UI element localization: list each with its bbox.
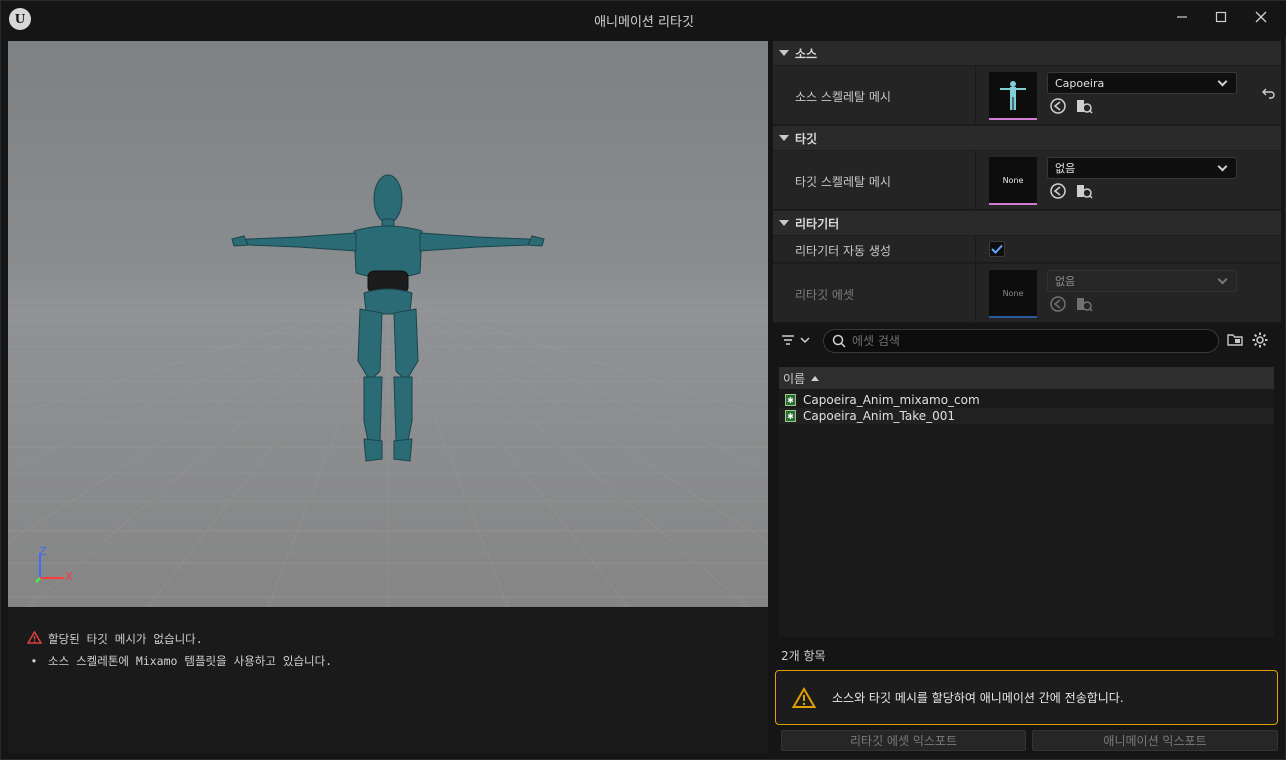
- viewport-scene: [8, 174, 768, 607]
- column-header-name[interactable]: 이름: [779, 367, 1274, 389]
- use-selected-icon: [1049, 295, 1067, 317]
- chevron-down-icon: [1217, 161, 1228, 172]
- axis-x-label: X: [65, 570, 73, 583]
- sort-ascending-icon: [811, 375, 820, 381]
- section-retargeter-header[interactable]: 리타기터: [773, 211, 1281, 235]
- info-notice: 소스와 타깃 메시를 할당하여 애니메이션 간에 전송합니다.: [775, 670, 1278, 725]
- window-title: 애니메이션 리타깃: [594, 15, 694, 30]
- export-animations-button[interactable]: 애니메이션 익스포트: [1032, 730, 1278, 751]
- auto-generate-checkbox[interactable]: [989, 241, 1005, 257]
- browse-asset-icon[interactable]: [1075, 97, 1093, 119]
- use-selected-icon[interactable]: [1049, 182, 1067, 204]
- search-icon: [832, 334, 846, 348]
- row-retarget-asset: 리타깃 에셋 None 없음: [773, 264, 1281, 323]
- browse-asset-icon: [1075, 295, 1093, 317]
- floor-grid: [8, 295, 768, 607]
- bullet-icon: •: [30, 654, 38, 668]
- auto-generate-label: 리타기터 자동 생성: [795, 244, 891, 258]
- target-mesh-dropdown[interactable]: 없음: [1047, 157, 1237, 179]
- asset-picker-toolbar: [773, 325, 1281, 357]
- asset-list: 이름 ✱ Capoeira_Anim_mixamo_com ✱ Capoeira…: [779, 367, 1274, 637]
- reset-arrow-icon[interactable]: [1262, 86, 1276, 103]
- message-log: 할당된 타깃 메시가 없습니다. • 소스 스켈레톤에 Mixamo 템플릿을 …: [8, 608, 768, 753]
- asset-search-box[interactable]: [823, 329, 1219, 353]
- message-text: 할당된 타깃 메시가 없습니다.: [48, 632, 203, 646]
- animation-sequence-icon: ✱: [785, 394, 796, 406]
- source-mesh-value: Capoeira: [1055, 76, 1105, 90]
- warning-icon: [26, 630, 48, 647]
- thumbnail-none-text: None: [1002, 288, 1024, 298]
- retarget-asset-value: 없음: [1055, 275, 1076, 288]
- warning-icon: [792, 686, 816, 708]
- close-icon[interactable]: [1246, 5, 1276, 29]
- column-name-label: 이름: [783, 371, 806, 386]
- browse-asset-icon[interactable]: [1075, 182, 1093, 204]
- section-title: 타깃: [795, 131, 818, 146]
- chevron-down-icon: [1217, 274, 1228, 285]
- minimize-icon[interactable]: [1167, 5, 1197, 29]
- filter-dropdown-button[interactable]: [781, 333, 815, 350]
- row-source-mesh: 소스 스켈레탈 메시 Capoeira: [773, 66, 1281, 125]
- asset-search-input[interactable]: [852, 334, 1192, 348]
- details-panel: 소스 소스 스켈레탈 메시 Capoeira 타깃 타깃 스켈레탈 메시 Non…: [773, 41, 1281, 323]
- section-title: 소스: [795, 46, 818, 61]
- use-selected-icon[interactable]: [1049, 97, 1067, 119]
- message-info: • 소스 스켈레톤에 Mixamo 템플릿을 사용하고 있습니다.: [26, 650, 750, 672]
- collapse-arrow-icon: [779, 50, 789, 56]
- notice-text: 소스와 타깃 메시를 할당하여 애니메이션 간에 전송합니다.: [832, 691, 1124, 705]
- animation-sequence-icon: ✱: [785, 410, 796, 422]
- target-mesh-thumbnail[interactable]: None: [989, 157, 1037, 205]
- target-mesh-label: 타깃 스켈레탈 메시: [795, 175, 891, 189]
- collapse-arrow-icon: [779, 220, 789, 226]
- list-item[interactable]: ✱ Capoeira_Anim_Take_001: [779, 408, 1274, 424]
- list-item-label: Capoeira_Anim_mixamo_com: [803, 393, 980, 407]
- title-bar: U 애니메이션 리타깃: [1, 1, 1286, 37]
- source-mesh-label: 소스 스켈레탈 메시: [795, 90, 891, 104]
- list-item[interactable]: ✱ Capoeira_Anim_mixamo_com: [779, 392, 1274, 408]
- message-text: 소스 스켈레톤에 Mixamo 템플릿을 사용하고 있습니다.: [48, 654, 333, 668]
- list-item-label: Capoeira_Anim_Take_001: [803, 409, 956, 423]
- row-target-mesh: 타깃 스켈레탈 메시 None 없음: [773, 151, 1281, 210]
- item-count: 2개 항목: [781, 649, 826, 663]
- settings-gear-icon[interactable]: [1252, 332, 1268, 352]
- source-mesh-dropdown[interactable]: Capoeira: [1047, 72, 1237, 94]
- export-retarget-asset-button[interactable]: 리타깃 에셋 익스포트: [781, 730, 1026, 751]
- collapse-arrow-icon: [779, 135, 789, 141]
- preview-viewport[interactable]: Z X: [8, 41, 768, 607]
- section-target-header[interactable]: 타깃: [773, 126, 1281, 150]
- source-mesh-thumbnail[interactable]: [989, 72, 1037, 120]
- message-warning: 할당된 타깃 메시가 없습니다.: [26, 628, 750, 650]
- chevron-down-icon: [1217, 76, 1228, 87]
- retarget-asset-dropdown: 없음: [1047, 270, 1237, 292]
- section-source-header[interactable]: 소스: [773, 41, 1281, 65]
- section-title: 리타기터: [795, 216, 840, 231]
- target-mesh-value: 없음: [1055, 162, 1076, 175]
- thumbnail-none-text: None: [1002, 175, 1024, 185]
- retarget-asset-label: 리타깃 에셋: [795, 288, 855, 302]
- row-auto-generate: 리타기터 자동 생성: [773, 236, 1281, 263]
- axis-z-label: Z: [39, 545, 47, 558]
- maximize-icon[interactable]: [1206, 5, 1236, 29]
- folder-view-icon[interactable]: [1227, 332, 1243, 350]
- retarget-window: U 애니메이션 리타깃 Z X 할당된 타깃 메시가 없습니다. • 소스 스켈…: [0, 0, 1286, 760]
- retarget-asset-thumbnail: None: [989, 270, 1037, 318]
